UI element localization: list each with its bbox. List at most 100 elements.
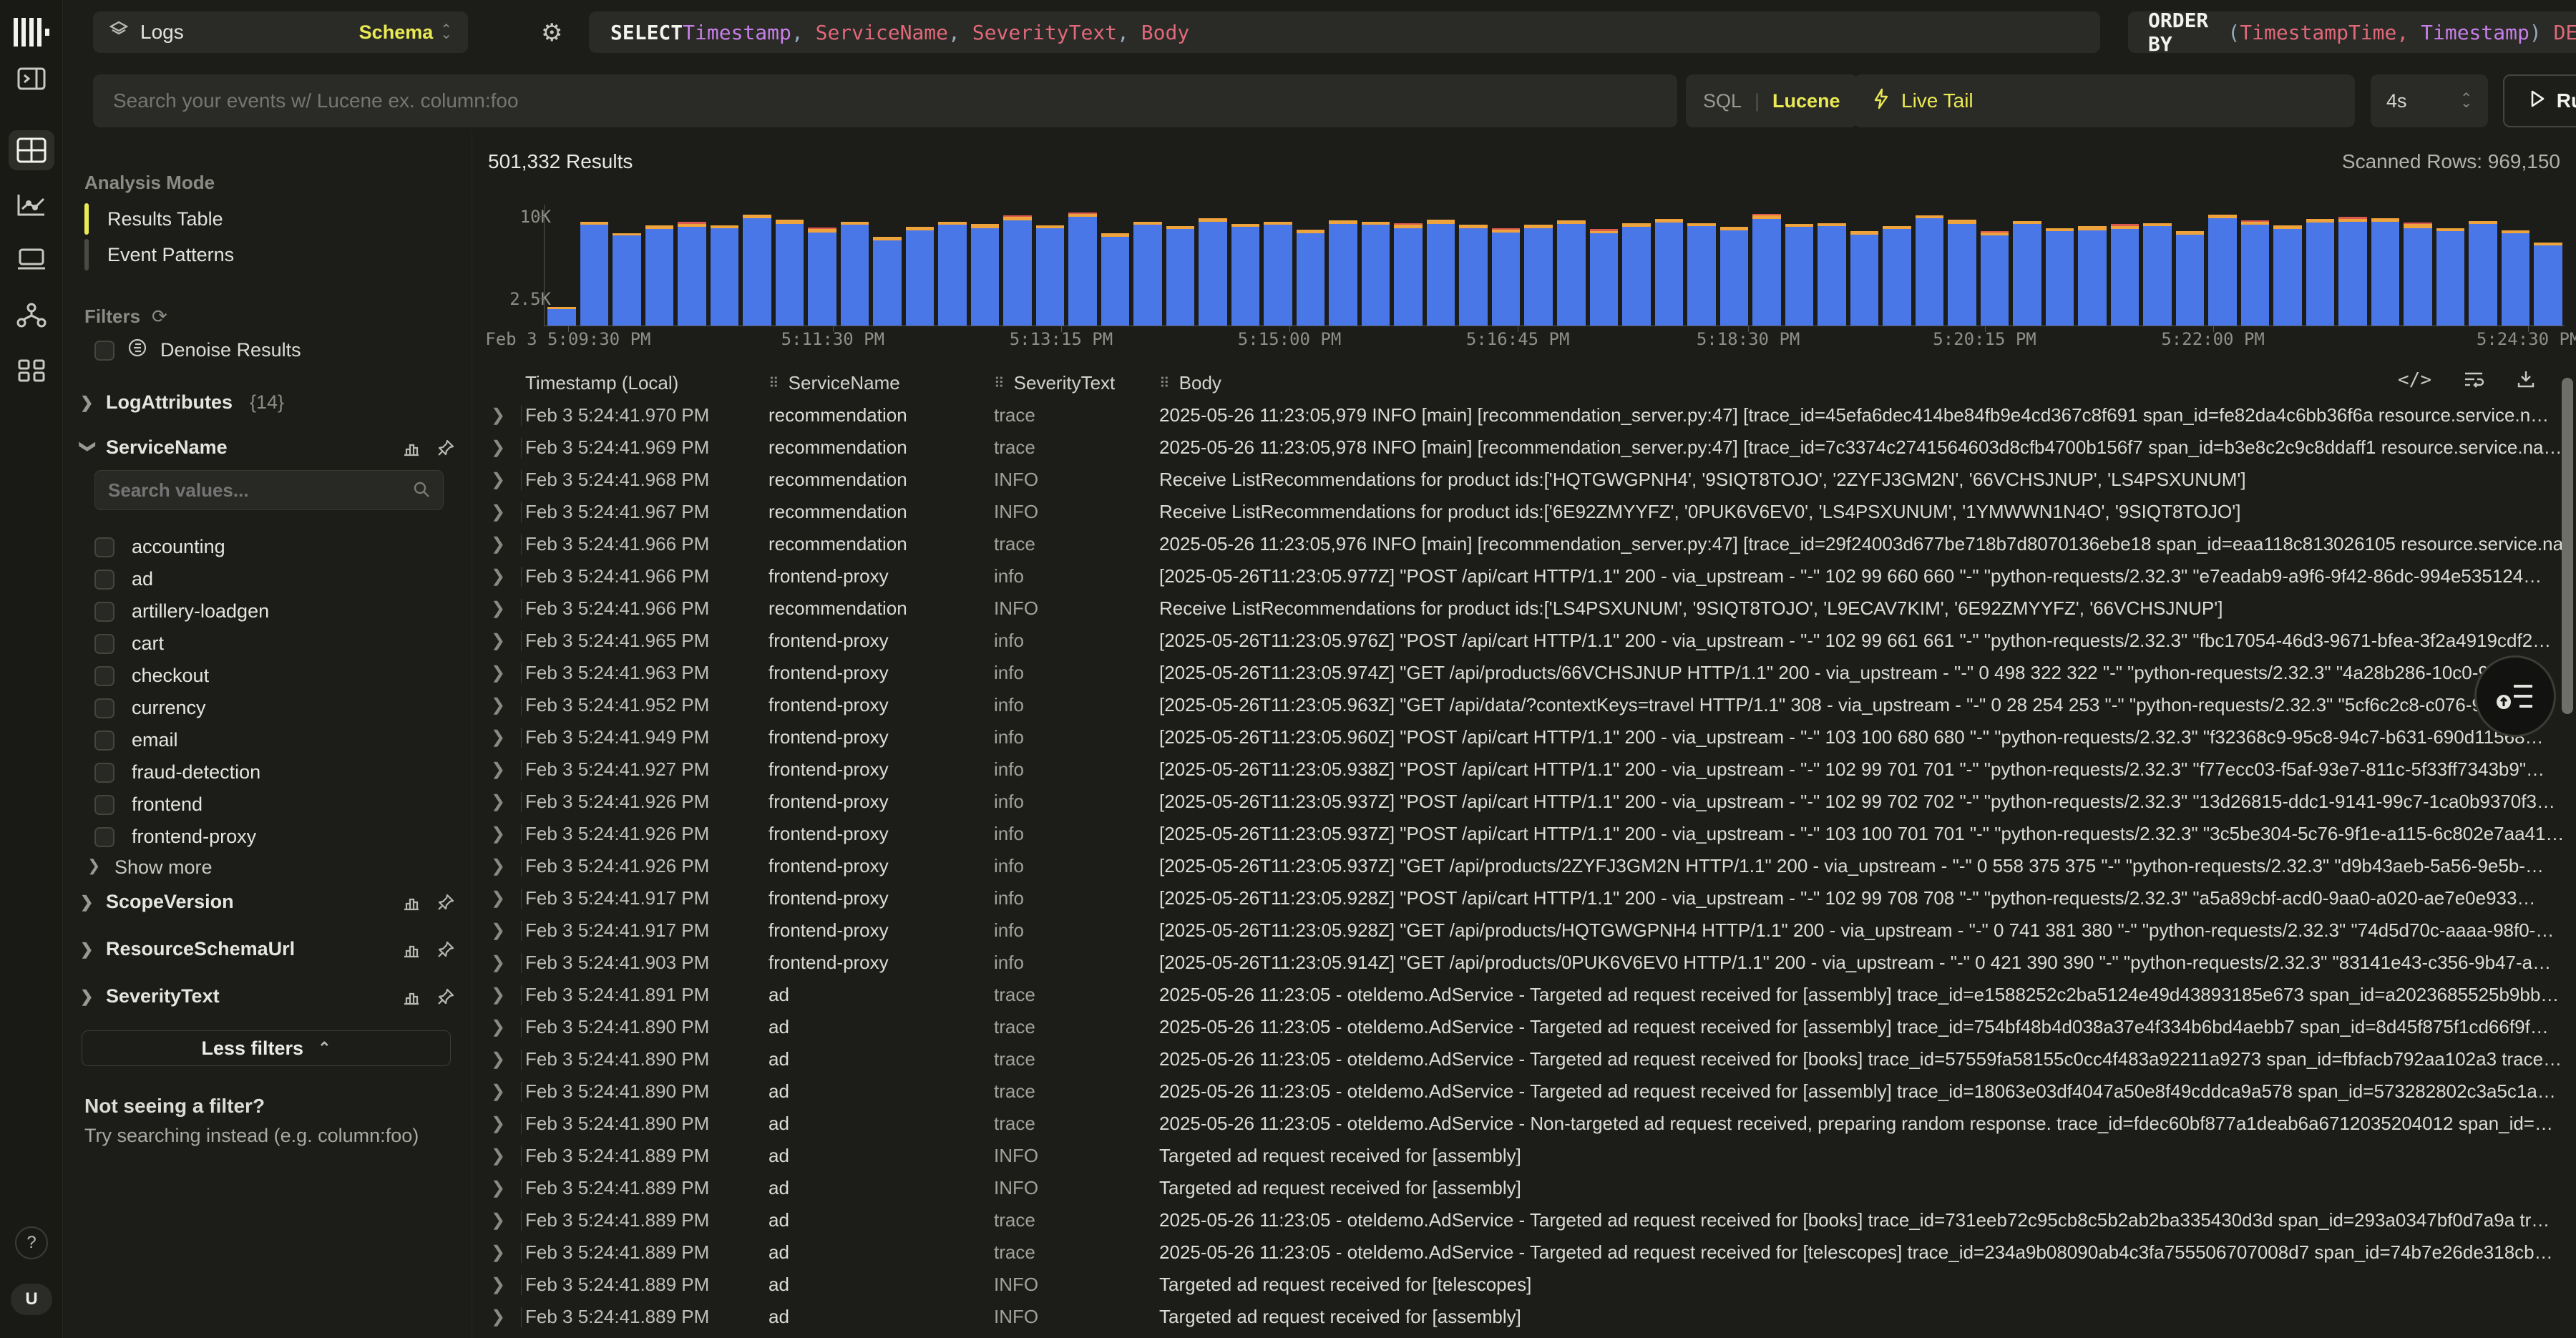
expand-row-icon[interactable]: ❯	[491, 1017, 505, 1037]
scrollbar-thumb[interactable]	[2562, 378, 2573, 714]
wrap-lines-icon[interactable]	[2463, 369, 2484, 394]
histogram-bar[interactable]	[1036, 225, 1065, 326]
histogram-bar[interactable]	[2241, 220, 2270, 326]
select-query-box[interactable]: SELECT Timestamp, ServiceName, SeverityT…	[589, 11, 2100, 53]
user-avatar[interactable]: U	[0, 1284, 63, 1315]
histogram-bar[interactable]	[1068, 213, 1097, 326]
expand-row-icon[interactable]: ❯	[491, 695, 505, 716]
histogram-bar[interactable]	[1590, 229, 1619, 326]
pin-icon[interactable]	[436, 987, 455, 1006]
service-filter-email[interactable]: email	[94, 724, 452, 756]
expand-row-icon[interactable]: ❯	[491, 727, 505, 748]
service-filter-cart[interactable]: cart	[94, 628, 452, 660]
checkbox[interactable]	[94, 731, 114, 751]
histogram-bar[interactable]	[2013, 221, 2041, 326]
histogram-bar[interactable]	[1427, 220, 1455, 326]
nav-dashboards[interactable]	[0, 358, 63, 384]
feedback-fab[interactable]	[2474, 655, 2556, 737]
table-row[interactable]: ❯Feb 3 5:24:41.889 PMadtrace2025-05-26 1…	[472, 1204, 2562, 1236]
expand-row-icon[interactable]: ❯	[491, 1081, 505, 1102]
histogram-bar[interactable]	[1101, 233, 1130, 326]
histogram-bar[interactable]	[1329, 220, 1357, 326]
histogram-bar[interactable]	[2404, 223, 2432, 326]
checkbox[interactable]	[94, 763, 114, 783]
table-row[interactable]: ❯Feb 3 5:24:41.969 PMrecommendationtrace…	[472, 431, 2562, 464]
histogram-bar[interactable]	[776, 220, 804, 326]
less-filters-button[interactable]: Less filters ⌃	[82, 1030, 451, 1066]
mode-event-patterns[interactable]: Event Patterns	[84, 239, 234, 270]
checkbox[interactable]	[94, 537, 114, 557]
table-row[interactable]: ❯Feb 3 5:24:41.966 PMfrontend-proxyinfo[…	[472, 560, 2562, 592]
expand-row-icon[interactable]: ❯	[491, 1242, 505, 1263]
histogram-bar[interactable]	[1752, 214, 1781, 326]
bar-chart-icon[interactable]	[402, 940, 421, 959]
histogram-bar[interactable]	[1883, 226, 1911, 326]
histogram-bar[interactable]	[547, 307, 576, 326]
expand-row-icon[interactable]: ❯	[491, 759, 505, 780]
histogram-bar[interactable]	[873, 237, 902, 326]
histogram-bar[interactable]	[1948, 220, 1976, 326]
live-tail-button[interactable]: Live Tail	[1854, 74, 2355, 127]
expand-row-icon[interactable]: ❯	[491, 405, 505, 426]
histogram-bar[interactable]	[1687, 223, 1716, 326]
table-scrollbar[interactable]	[2562, 378, 2573, 1338]
pin-icon[interactable]	[436, 893, 455, 912]
show-more-button[interactable]: ❯ Show more	[87, 856, 213, 879]
histogram-bar[interactable]	[678, 222, 706, 326]
histogram-bar[interactable]	[645, 225, 674, 326]
nav-sessions[interactable]	[0, 246, 63, 272]
histogram-bar[interactable]	[711, 225, 739, 326]
histogram-bar[interactable]	[2534, 243, 2562, 326]
histogram-bar[interactable]	[2502, 230, 2530, 326]
checkbox[interactable]	[94, 698, 114, 718]
expand-row-icon[interactable]: ❯	[491, 1113, 505, 1134]
service-filter-accounting[interactable]: accounting	[94, 531, 452, 563]
nav-search-logs[interactable]	[0, 137, 63, 163]
service-filter-fraud-detection[interactable]: fraud-detection	[94, 756, 452, 788]
drag-handle-icon[interactable]: ⠿	[994, 374, 1005, 392]
expand-row-icon[interactable]: ❯	[491, 791, 505, 812]
table-row[interactable]: ❯Feb 3 5:24:41.889 PMadINFOTargeted ad r…	[472, 1269, 2562, 1301]
histogram-bar[interactable]	[1622, 223, 1651, 326]
expand-row-icon[interactable]: ❯	[491, 1178, 505, 1198]
histogram-bar[interactable]	[1557, 220, 1586, 326]
expand-row-icon[interactable]: ❯	[491, 437, 505, 458]
table-row[interactable]: ❯Feb 3 5:24:41.889 PMadINFOTargeted ad r…	[472, 1301, 2562, 1333]
histogram-bar[interactable]	[1133, 222, 1162, 326]
histogram-bar[interactable]	[841, 222, 869, 326]
facet-resourceschemaurl[interactable]: ❯ResourceSchemaUrl	[80, 938, 455, 960]
histogram-bar[interactable]	[1362, 222, 1390, 326]
histogram-bar[interactable]	[613, 233, 641, 326]
expand-row-icon[interactable]: ❯	[491, 1146, 505, 1166]
expand-row-icon[interactable]: ❯	[491, 598, 505, 619]
nav-chart-explorer[interactable]	[0, 192, 63, 218]
search-input[interactable]	[93, 74, 1677, 127]
expand-row-icon[interactable]: ❯	[491, 1210, 505, 1231]
histogram-bar[interactable]	[2176, 231, 2205, 326]
table-row[interactable]: ❯Feb 3 5:24:41.926 PMfrontend-proxyinfo[…	[472, 850, 2562, 882]
nav-service-map[interactable]	[0, 302, 63, 329]
col-timestamp[interactable]: Timestamp (Local)	[525, 372, 769, 394]
histogram-bar[interactable]	[743, 215, 771, 326]
orderby-box[interactable]: ORDER BY ( TimestampTime , Timestamp ) D…	[2128, 11, 2576, 53]
histogram-bar[interactable]	[1850, 231, 1879, 326]
table-row[interactable]: ❯Feb 3 5:24:41.917 PMfrontend-proxyinfo[…	[472, 882, 2562, 914]
histogram-bar[interactable]	[2111, 224, 2140, 326]
table-row[interactable]: ❯Feb 3 5:24:41.952 PMfrontend-proxyinfo[…	[472, 689, 2562, 721]
checkbox[interactable]	[94, 795, 114, 815]
expand-row-icon[interactable]: ❯	[491, 952, 505, 973]
events-histogram[interactable]: 10K2.5KFeb 3 5:09:30 PM5:11:30 PM5:13:15…	[472, 192, 2576, 356]
code-icon[interactable]: </>	[2398, 369, 2431, 394]
service-filter-ad[interactable]: ad	[94, 563, 452, 595]
expand-row-icon[interactable]: ❯	[491, 888, 505, 909]
histogram-bar[interactable]	[1003, 215, 1032, 326]
sql-toggle[interactable]: SQL	[1703, 90, 1742, 112]
histogram-bar[interactable]	[1655, 219, 1684, 326]
drag-handle-icon[interactable]: ⠿	[769, 374, 780, 392]
expand-row-icon[interactable]: ❯	[491, 856, 505, 876]
checkbox[interactable]	[94, 666, 114, 686]
gear-icon[interactable]: ⚙	[541, 19, 562, 47]
bar-chart-icon[interactable]	[402, 987, 421, 1006]
service-filter-frontend-proxy[interactable]: frontend-proxy	[94, 821, 452, 853]
expand-row-icon[interactable]: ❯	[491, 502, 505, 522]
